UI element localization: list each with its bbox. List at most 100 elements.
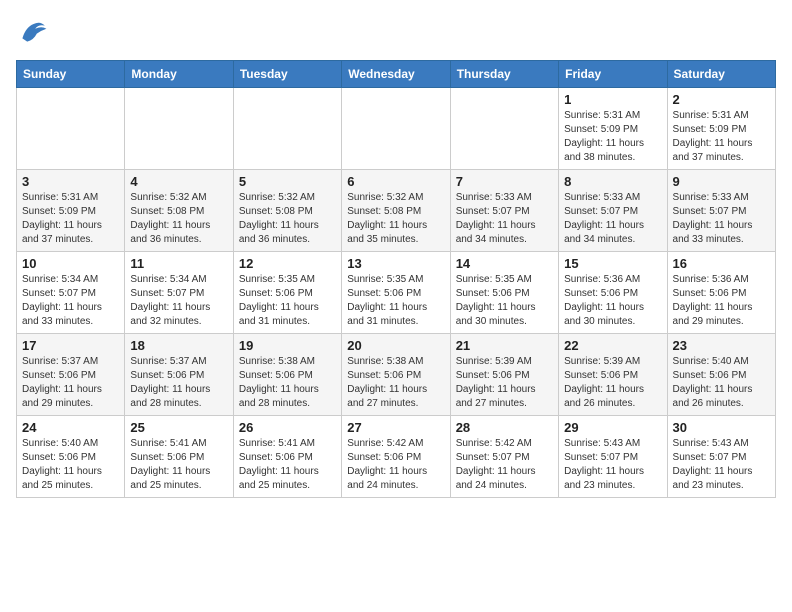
day-number: 13	[347, 256, 444, 271]
calendar-cell: 4Sunrise: 5:32 AM Sunset: 5:08 PM Daylig…	[125, 170, 233, 252]
calendar-cell: 7Sunrise: 5:33 AM Sunset: 5:07 PM Daylig…	[450, 170, 558, 252]
day-number: 21	[456, 338, 553, 353]
weekday-header-saturday: Saturday	[667, 61, 775, 88]
day-number: 1	[564, 92, 661, 107]
day-info: Sunrise: 5:37 AM Sunset: 5:06 PM Dayligh…	[22, 355, 119, 411]
day-number: 24	[22, 420, 119, 435]
day-number: 15	[564, 256, 661, 271]
day-number: 5	[239, 174, 336, 189]
day-info: Sunrise: 5:42 AM Sunset: 5:07 PM Dayligh…	[456, 437, 553, 493]
calendar-cell: 26 Sunrise: 5:41 AM Sunset: 5:06 PM Dayli…	[233, 416, 341, 498]
day-number: 3	[22, 174, 119, 189]
calendar-cell: 2 Sunrise: 5:31 AM Sunset: 5:09 PM Daylig…	[667, 88, 775, 170]
calendar-cell: 9Sunrise: 5:33 AM Sunset: 5:07 PM Daylig…	[667, 170, 775, 252]
day-info: Sunrise: 5:42 AM Sunset: 5:06 PM Dayligh…	[347, 437, 444, 493]
day-number: 30	[673, 420, 770, 435]
day-number: 16	[673, 256, 770, 271]
weekday-header-sunday: Sunday	[17, 61, 125, 88]
calendar-cell: 8 Sunrise: 5:33 AM Sunset: 5:07 PM Daylig…	[559, 170, 667, 252]
day-info: Sunrise: 5:39 AM Sunset: 5:06 PM Dayligh…	[564, 355, 661, 411]
day-number: 6	[347, 174, 444, 189]
day-info: Sunrise: 5:32 AM Sunset: 5:08 PM Dayligh…	[239, 191, 336, 247]
day-number: 26	[239, 420, 336, 435]
day-info: Sunrise: 5:31 AM Sunset: 5:09 PM Dayligh…	[673, 109, 770, 165]
day-info: Sunrise: 5:35 AM Sunset: 5:06 PM Dayligh…	[456, 273, 553, 329]
calendar-cell: 11 Sunrise: 5:34 AM Sunset: 5:07 PM Dayli…	[125, 252, 233, 334]
day-info: Sunrise: 5:36 AM Sunset: 5:06 PM Dayligh…	[673, 273, 770, 329]
day-info: Sunrise: 5:43 AM Sunset: 5:07 PM Dayligh…	[673, 437, 770, 493]
day-number: 10	[22, 256, 119, 271]
day-info: Sunrise: 5:31 AM Sunset: 5:09 PM Dayligh…	[22, 191, 119, 247]
calendar-cell: 18 Sunrise: 5:37 AM Sunset: 5:06 PM Dayli…	[125, 334, 233, 416]
calendar-cell	[125, 88, 233, 170]
calendar-cell: 14Sunrise: 5:35 AM Sunset: 5:06 PM Dayli…	[450, 252, 558, 334]
day-number: 2	[673, 92, 770, 107]
calendar-cell: 28 Sunrise: 5:42 AM Sunset: 5:07 PM Dayli…	[450, 416, 558, 498]
day-info: Sunrise: 5:41 AM Sunset: 5:06 PM Dayligh…	[130, 437, 227, 493]
calendar-table: SundayMondayTuesdayWednesdayThursdayFrid…	[16, 60, 776, 498]
weekday-header-friday: Friday	[559, 61, 667, 88]
day-info: Sunrise: 5:33 AM Sunset: 5:07 PM Dayligh…	[456, 191, 553, 247]
day-number: 28	[456, 420, 553, 435]
weekday-header-wednesday: Wednesday	[342, 61, 450, 88]
calendar-cell	[17, 88, 125, 170]
calendar-cell: 16 Sunrise: 5:36 AM Sunset: 5:06 PM Dayli…	[667, 252, 775, 334]
day-info: Sunrise: 5:32 AM Sunset: 5:08 PM Dayligh…	[347, 191, 444, 247]
calendar-cell: 25 Sunrise: 5:41 AM Sunset: 5:06 PM Dayli…	[125, 416, 233, 498]
calendar-week-2: 3 Sunrise: 5:31 AM Sunset: 5:09 PM Daylig…	[17, 170, 776, 252]
day-info: Sunrise: 5:36 AM Sunset: 5:06 PM Dayligh…	[564, 273, 661, 329]
calendar-cell: 17 Sunrise: 5:37 AM Sunset: 5:06 PM Dayli…	[17, 334, 125, 416]
day-number: 8	[564, 174, 661, 189]
calendar-cell: 10 Sunrise: 5:34 AM Sunset: 5:07 PM Dayli…	[17, 252, 125, 334]
day-info: Sunrise: 5:34 AM Sunset: 5:07 PM Dayligh…	[130, 273, 227, 329]
day-info: Sunrise: 5:38 AM Sunset: 5:06 PM Dayligh…	[239, 355, 336, 411]
page-header	[16, 16, 776, 48]
calendar-week-5: 24 Sunrise: 5:40 AM Sunset: 5:06 PM Dayli…	[17, 416, 776, 498]
day-info: Sunrise: 5:38 AM Sunset: 5:06 PM Dayligh…	[347, 355, 444, 411]
calendar-cell: 20 Sunrise: 5:38 AM Sunset: 5:06 PM Dayli…	[342, 334, 450, 416]
day-number: 18	[130, 338, 227, 353]
day-number: 11	[130, 256, 227, 271]
day-number: 27	[347, 420, 444, 435]
calendar-cell: 3 Sunrise: 5:31 AM Sunset: 5:09 PM Daylig…	[17, 170, 125, 252]
day-info: Sunrise: 5:40 AM Sunset: 5:06 PM Dayligh…	[673, 355, 770, 411]
weekday-header-row: SundayMondayTuesdayWednesdayThursdayFrid…	[17, 61, 776, 88]
calendar-cell: 22 Sunrise: 5:39 AM Sunset: 5:06 PM Dayli…	[559, 334, 667, 416]
calendar-week-4: 17 Sunrise: 5:37 AM Sunset: 5:06 PM Dayli…	[17, 334, 776, 416]
logo-icon	[16, 16, 48, 48]
weekday-header-thursday: Thursday	[450, 61, 558, 88]
calendar-cell	[342, 88, 450, 170]
logo	[16, 16, 52, 48]
calendar-cell: 6 Sunrise: 5:32 AM Sunset: 5:08 PM Daylig…	[342, 170, 450, 252]
calendar-cell: 5 Sunrise: 5:32 AM Sunset: 5:08 PM Daylig…	[233, 170, 341, 252]
day-number: 22	[564, 338, 661, 353]
day-info: Sunrise: 5:33 AM Sunset: 5:07 PM Dayligh…	[564, 191, 661, 247]
day-info: Sunrise: 5:34 AM Sunset: 5:07 PM Dayligh…	[22, 273, 119, 329]
day-info: Sunrise: 5:33 AM Sunset: 5:07 PM Dayligh…	[673, 191, 770, 247]
calendar-cell: 19 Sunrise: 5:38 AM Sunset: 5:06 PM Dayli…	[233, 334, 341, 416]
calendar-cell: 12Sunrise: 5:35 AM Sunset: 5:06 PM Dayli…	[233, 252, 341, 334]
weekday-header-tuesday: Tuesday	[233, 61, 341, 88]
calendar-cell: 15 Sunrise: 5:36 AM Sunset: 5:06 PM Dayli…	[559, 252, 667, 334]
day-info: Sunrise: 5:35 AM Sunset: 5:06 PM Dayligh…	[347, 273, 444, 329]
day-info: Sunrise: 5:40 AM Sunset: 5:06 PM Dayligh…	[22, 437, 119, 493]
day-number: 20	[347, 338, 444, 353]
calendar-cell: 1 Sunrise: 5:31 AM Sunset: 5:09 PM Daylig…	[559, 88, 667, 170]
calendar-cell: 23 Sunrise: 5:40 AM Sunset: 5:06 PM Dayli…	[667, 334, 775, 416]
calendar-cell: 30 Sunrise: 5:43 AM Sunset: 5:07 PM Dayli…	[667, 416, 775, 498]
day-number: 23	[673, 338, 770, 353]
day-number: 19	[239, 338, 336, 353]
calendar-body: 1 Sunrise: 5:31 AM Sunset: 5:09 PM Daylig…	[17, 88, 776, 498]
day-number: 25	[130, 420, 227, 435]
day-info: Sunrise: 5:31 AM Sunset: 5:09 PM Dayligh…	[564, 109, 661, 165]
day-info: Sunrise: 5:37 AM Sunset: 5:06 PM Dayligh…	[130, 355, 227, 411]
calendar-header: SundayMondayTuesdayWednesdayThursdayFrid…	[17, 61, 776, 88]
calendar-week-1: 1 Sunrise: 5:31 AM Sunset: 5:09 PM Daylig…	[17, 88, 776, 170]
calendar-cell: 21Sunrise: 5:39 AM Sunset: 5:06 PM Dayli…	[450, 334, 558, 416]
day-number: 29	[564, 420, 661, 435]
day-number: 17	[22, 338, 119, 353]
calendar-cell: 24 Sunrise: 5:40 AM Sunset: 5:06 PM Dayli…	[17, 416, 125, 498]
day-info: Sunrise: 5:41 AM Sunset: 5:06 PM Dayligh…	[239, 437, 336, 493]
calendar-cell: 29Sunrise: 5:43 AM Sunset: 5:07 PM Dayli…	[559, 416, 667, 498]
weekday-header-monday: Monday	[125, 61, 233, 88]
